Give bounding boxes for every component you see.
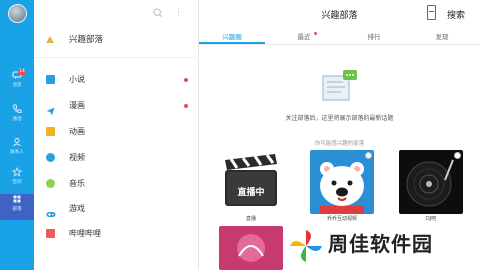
avatar[interactable] — [8, 4, 27, 23]
video-icon — [46, 153, 55, 162]
rail-item-messages[interactable]: 14 消息 — [0, 69, 34, 96]
star-icon — [0, 166, 34, 179]
phone-icon — [0, 104, 34, 116]
rail-item-label: 通话 — [12, 117, 22, 122]
bilibili-icon — [46, 229, 55, 238]
sidebar-item-label: 小说 — [69, 75, 85, 84]
polar-bear-icon — [320, 162, 364, 214]
search-button[interactable]: 搜索 — [447, 8, 465, 21]
gamepad-icon — [46, 204, 56, 217]
film-icon — [46, 127, 55, 136]
rail-item-qzone[interactable]: 空间 — [0, 166, 34, 193]
new-dot — [184, 104, 188, 108]
follow-check-icon[interactable] — [365, 152, 372, 159]
sidebar-item-bilibili[interactable]: 哔哩哔哩 — [34, 221, 199, 247]
tab-bar: 兴趣圈 最近 排行 发现 — [199, 31, 480, 45]
sidebar-group-header[interactable]: 兴趣部落 — [34, 28, 199, 52]
rail-item-label: 联系人 — [10, 150, 24, 155]
card-art-text: 直播中 — [237, 188, 265, 198]
sidebar-item-anime[interactable]: 动画 — [34, 119, 199, 145]
triangle-icon — [46, 36, 54, 43]
book-icon — [46, 75, 55, 84]
more-vertical-icon[interactable]: ⋮ — [174, 8, 183, 18]
tab-ranking[interactable]: 排行 — [341, 31, 407, 44]
recommend-heading: 你可能感兴趣的部落 — [314, 141, 365, 147]
sidebar-item-label: 漫画 — [69, 101, 85, 110]
rail-item-label: 消息 — [12, 83, 22, 88]
contacts-icon — [0, 137, 34, 149]
sidebar-item-video[interactable]: 视频 — [34, 145, 199, 171]
rail-item-calls[interactable]: 通话 — [0, 104, 34, 130]
search-icon[interactable] — [153, 8, 163, 18]
sidebar-item-label: 音乐 — [69, 179, 85, 188]
tribe-card-bear[interactable] — [310, 150, 374, 214]
tab-discover[interactable]: 发现 — [409, 31, 475, 44]
turntable-icon — [406, 159, 454, 207]
sidebar-item-label: 游戏 — [69, 204, 85, 213]
tab-label: 最近 — [297, 33, 311, 41]
rail-item-label: 空间 — [12, 180, 22, 185]
follow-check-icon[interactable] — [454, 152, 461, 159]
card-art-icon — [237, 234, 265, 262]
rail-item-tribe[interactable]: 部落 — [0, 194, 34, 220]
empty-state-text: 关注部落后，这里将展示部落的最新话题 — [285, 115, 394, 122]
tribe-card-partial[interactable] — [219, 226, 283, 270]
apps-icon — [0, 194, 34, 206]
paper-plane-icon — [46, 101, 55, 116]
rail-item-label: 部落 — [12, 207, 22, 212]
tribe-card-live[interactable]: 直播中 — [219, 150, 283, 214]
music-icon — [46, 179, 55, 188]
watermark: 周佳软件园 — [286, 222, 480, 270]
group-title: 兴趣部落 — [69, 35, 104, 45]
pinwheel-logo-icon — [290, 230, 322, 262]
rail-item-contacts[interactable]: 联系人 — [0, 137, 34, 163]
divider — [34, 57, 199, 58]
sidebar-item-music[interactable]: 音乐 — [34, 171, 199, 197]
category-sidebar: ⋮ 兴趣部落 小说 漫画 动画 视频 音乐 游戏 哔哩哔哩 — [34, 0, 199, 270]
sidebar-item-label: 哔哩哔哩 — [69, 229, 101, 238]
tribe-card-label: 乔乔互动视频 — [326, 216, 357, 222]
new-dot — [184, 78, 188, 82]
sidebar-toolbar: ⋮ — [34, 0, 199, 26]
tab-recent[interactable]: 最近 — [271, 31, 337, 44]
message-icon — [0, 70, 34, 82]
sidebar-item-label: 视频 — [69, 153, 85, 162]
clapperboard-icon — [225, 154, 277, 206]
sidebar-item-label: 动画 — [69, 127, 85, 136]
tab-interest-circle[interactable]: 兴趣圈 — [199, 31, 265, 44]
document-chat-icon — [322, 70, 357, 101]
tribe-card-dj[interactable] — [399, 150, 463, 214]
tribe-card-label: DJ吧 — [425, 216, 437, 222]
sidebar-item-comics[interactable]: 漫画 — [34, 93, 199, 119]
tribe-card-label: 直播 — [245, 216, 256, 222]
unread-badge: 14 — [18, 69, 26, 75]
sidebar-item-novel[interactable]: 小说 — [34, 67, 199, 93]
new-dot — [314, 32, 317, 35]
exit-icon[interactable] — [427, 5, 436, 20]
watermark-text: 周佳软件园 — [328, 232, 433, 256]
sidebar-item-games[interactable]: 游戏 — [34, 196, 199, 222]
page-title: 兴趣部落 — [321, 11, 358, 21]
left-nav-rail: 14 消息 通话 联系人 空间 部落 — [0, 0, 34, 270]
